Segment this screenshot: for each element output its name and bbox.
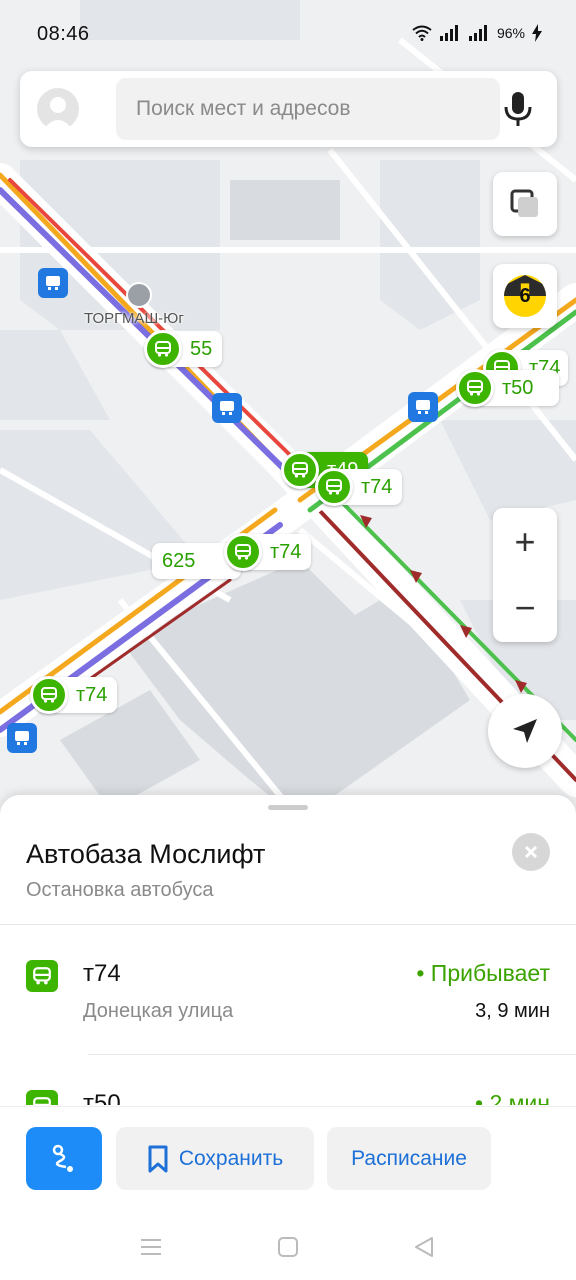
route-status: • 2 мин [475, 1090, 550, 1105]
zoom-out-button[interactable]: − [493, 575, 557, 641]
stop-title: Автобаза Мослифт [26, 839, 266, 869]
bus-pin[interactable]: т74 [224, 533, 312, 571]
charging-icon [532, 24, 542, 42]
poi-label: ТОРГМАШ-Юг [84, 310, 184, 327]
back-icon[interactable] [413, 1236, 435, 1258]
route-number: т50 [83, 1090, 121, 1105]
divider [88, 1054, 576, 1055]
schedule-label: Расписание [351, 1146, 467, 1170]
save-label: Сохранить [178, 1146, 284, 1170]
save-button[interactable]: Сохранить [116, 1127, 314, 1190]
bus-stop-icon[interactable] [7, 723, 37, 753]
search-bar [20, 71, 557, 147]
search-input[interactable] [116, 78, 500, 140]
route-number: т74 [83, 960, 121, 987]
route-time: 3, 9 мин [475, 1000, 550, 1022]
signal-icon [468, 25, 487, 41]
bus-icon [30, 676, 68, 714]
route-item[interactable]: т50 • 2 мин [0, 1090, 576, 1105]
bus-pin[interactable]: т74 [30, 676, 118, 714]
car-service-poi-icon[interactable] [126, 282, 152, 308]
microphone-icon [504, 92, 532, 126]
navigation-arrow-icon [513, 719, 537, 743]
bookmark-icon [148, 1145, 168, 1172]
bus-icon [281, 451, 319, 489]
bus-icon [26, 1090, 58, 1105]
close-icon [524, 845, 538, 859]
schedule-button[interactable]: Расписание [327, 1127, 491, 1190]
avatar[interactable] [37, 88, 79, 130]
sheet-drag-handle[interactable] [268, 805, 308, 810]
status-time: 08:46 [37, 23, 90, 45]
bus-icon [224, 533, 262, 571]
close-button[interactable] [512, 833, 550, 871]
bus-stop-icon[interactable] [408, 392, 438, 422]
system-nav-bar [0, 1217, 576, 1280]
divider [0, 924, 576, 925]
menu-icon[interactable] [140, 1237, 162, 1257]
stop-subtitle: Остановка автобуса [26, 879, 214, 901]
bus-stop-icon[interactable] [38, 268, 68, 298]
status-icons: 96% [412, 24, 542, 42]
user-avatar-icon [43, 97, 73, 130]
bus-icon [144, 330, 182, 368]
build-route-button[interactable] [26, 1127, 102, 1190]
layers-icon [510, 189, 538, 217]
bus-icon [26, 960, 58, 992]
status-bar: 08:46 96% [0, 0, 576, 68]
route-direction: Донецкая улица [83, 1000, 234, 1022]
action-bar: Сохранить Расписание [0, 1107, 576, 1217]
my-location-button[interactable] [488, 694, 562, 768]
wifi-icon [412, 25, 432, 41]
traffic-button[interactable]: 6 [493, 264, 557, 328]
bus-stop-icon[interactable] [212, 393, 242, 423]
zoom-in-button[interactable]: + [493, 509, 557, 575]
route-icon [52, 1144, 73, 1172]
bus-icon [315, 468, 353, 506]
zoom-controls: + − [493, 508, 557, 642]
bus-icon [456, 369, 494, 407]
route-status: • Прибывает [416, 960, 550, 986]
signal-icon [439, 25, 458, 41]
bus-pin[interactable]: т74 [315, 468, 403, 506]
home-icon[interactable] [277, 1236, 299, 1258]
battery-percent: 96% [496, 25, 525, 41]
bus-pin[interactable]: т50 [456, 369, 560, 407]
map-layers-button[interactable] [493, 172, 557, 236]
bus-pin[interactable]: 55 [144, 330, 223, 368]
traffic-level-badge: 6 [504, 275, 546, 317]
voice-search-button[interactable] [503, 91, 533, 127]
